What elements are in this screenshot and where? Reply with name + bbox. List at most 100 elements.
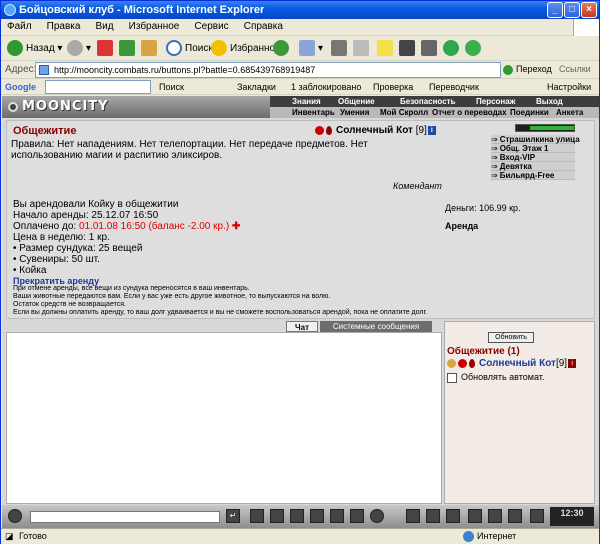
forward-button[interactable]: ▾ (67, 39, 91, 58)
nav-skills[interactable]: Умения (340, 107, 369, 118)
flag-icon[interactable] (488, 509, 502, 523)
favorites-button[interactable]: Избранное (211, 39, 281, 58)
back-button[interactable]: Назад ▾ (7, 39, 62, 58)
search-button[interactable]: Поиск (166, 39, 213, 58)
history-button[interactable] (273, 39, 292, 58)
party-icon[interactable] (290, 509, 304, 523)
smiley-icon[interactable] (8, 509, 22, 523)
links-button[interactable]: Ссылки (559, 64, 591, 74)
menu-help[interactable]: Справка (238, 19, 289, 34)
info-panel-icon[interactable] (508, 509, 522, 523)
translate-button[interactable]: Переводчик (429, 81, 479, 94)
google-search-button[interactable]: Поиск (159, 81, 184, 94)
online-user-name[interactable]: Солнечный Кот (479, 358, 556, 369)
nav-communication[interactable]: Общение (338, 96, 375, 107)
menu-tools[interactable]: Сервис (188, 19, 234, 34)
auto-refresh-label: Обновлять автомат. (461, 372, 545, 382)
info-icon[interactable]: i (568, 358, 577, 368)
tab-system-messages[interactable]: Системные сообщения (320, 321, 432, 332)
exit-link[interactable]: Общ. Этаж 1 (491, 144, 575, 153)
menu-view[interactable]: Вид (90, 19, 120, 34)
nav-security[interactable]: Безопасность (400, 96, 456, 107)
clear-icon[interactable] (250, 509, 264, 523)
send-icon[interactable]: ↵ (226, 509, 240, 523)
player-info: Солнечный Кот [9] i (315, 125, 436, 136)
nav-my-scroll[interactable]: Мой Скролл (380, 107, 428, 118)
rules-signature: Комендант (393, 181, 442, 191)
player-level: [9] (415, 125, 427, 136)
google-search-input[interactable] (45, 80, 151, 94)
exit-link[interactable]: Страшилкина улица (491, 135, 580, 144)
bookmarks-button[interactable]: Закладки (237, 81, 276, 94)
chat-input[interactable] (30, 511, 220, 523)
exit-link[interactable]: Девятка (491, 162, 575, 171)
rent-info: Вы арендовали Койку в общежитии Начало а… (13, 199, 343, 276)
messenger-button[interactable] (465, 39, 484, 58)
google-logo: Google (5, 82, 36, 92)
whisper-icon[interactable] (447, 358, 456, 368)
refresh-online-button[interactable]: Обновить (488, 332, 534, 343)
menu-favorites[interactable]: Избранное (123, 19, 186, 34)
nav-character[interactable]: Персонаж (476, 96, 515, 107)
menu-file[interactable]: Файл (1, 19, 38, 34)
rent-notes: При отмене аренды, все вещи из сундука п… (13, 285, 433, 317)
spellcheck-button[interactable]: Проверка (373, 81, 413, 94)
tab-chat[interactable]: Чат (286, 321, 318, 332)
maximize-button[interactable]: □ (564, 2, 580, 18)
online-panel: Обновить Общежитие (1) Солнечный Кот[9] i… (444, 321, 595, 504)
friends-icon[interactable] (310, 509, 324, 523)
go-button[interactable]: Переход (503, 64, 552, 75)
refresh-button[interactable] (119, 39, 138, 58)
note-button[interactable] (377, 39, 396, 58)
status-ready-icon: ◪ (5, 531, 14, 541)
emoticon-icon[interactable] (370, 509, 384, 523)
popup-blocker[interactable]: 1 заблокировано (291, 81, 361, 94)
quest-icon[interactable] (406, 509, 420, 523)
site-logo: MOONCITY (8, 96, 109, 118)
stop-button[interactable] (97, 39, 116, 58)
clover-button[interactable] (443, 39, 462, 58)
nav-battles[interactable]: Поединки (510, 107, 549, 118)
address-input[interactable]: http://mooncity.combats.ru/buttons.pl?ba… (35, 62, 501, 78)
plugin-button[interactable] (421, 39, 440, 58)
magic-icon[interactable] (350, 509, 364, 523)
close-button[interactable]: × (581, 2, 597, 18)
forward-arrow-icon (67, 40, 83, 57)
filter-icon[interactable] (270, 509, 284, 523)
mail-button[interactable]: ▾ (299, 39, 323, 58)
nav-knowledge[interactable]: Знания (292, 96, 321, 107)
shield-icon[interactable] (446, 509, 460, 523)
status-bar: ◪ Готово Интернет (1, 528, 599, 544)
nav-inventory[interactable]: Инвентарь (292, 107, 335, 118)
auto-refresh[interactable]: Обновлять автомат. (447, 372, 544, 383)
exit-link[interactable]: Бильярд-Free (491, 171, 575, 180)
history-icon (273, 40, 289, 57)
minimize-button[interactable]: _ (547, 2, 563, 18)
page-icon (39, 65, 49, 75)
music-icon[interactable] (468, 509, 482, 523)
plus-icon[interactable]: ✚ (232, 221, 240, 232)
online-room-title: Общежитие (1) (447, 346, 520, 357)
auto-refresh-checkbox[interactable] (447, 372, 457, 383)
chat-area[interactable] (6, 332, 442, 504)
back-arrow-icon (7, 40, 23, 57)
nav-exit[interactable]: Выход (536, 96, 563, 107)
nav-profile[interactable]: Анкета (556, 107, 583, 118)
stop-icon (97, 40, 113, 57)
menu-edit[interactable]: Правка (41, 19, 87, 34)
nav-transfers-report[interactable]: Отчет о переводах (432, 107, 507, 118)
rent-header: Аренда (445, 221, 479, 231)
print-button[interactable] (331, 39, 350, 58)
exit-link[interactable]: Вход-VIP (491, 153, 575, 162)
watch-icon[interactable] (530, 509, 544, 523)
research-button[interactable] (399, 39, 418, 58)
item-icon[interactable] (426, 509, 440, 523)
home-button[interactable] (141, 39, 160, 58)
info-icon[interactable]: i (427, 125, 436, 135)
browser-window: Бойцовский клуб - Microsoft Internet Exp… (0, 0, 600, 544)
settings-button[interactable]: Настройки (547, 81, 591, 94)
edit-button[interactable] (353, 39, 372, 58)
plugin-icon (421, 40, 437, 57)
rent-bullet: • Размер сундука: 25 вещей (13, 243, 143, 254)
fight-icon[interactable] (330, 509, 344, 523)
